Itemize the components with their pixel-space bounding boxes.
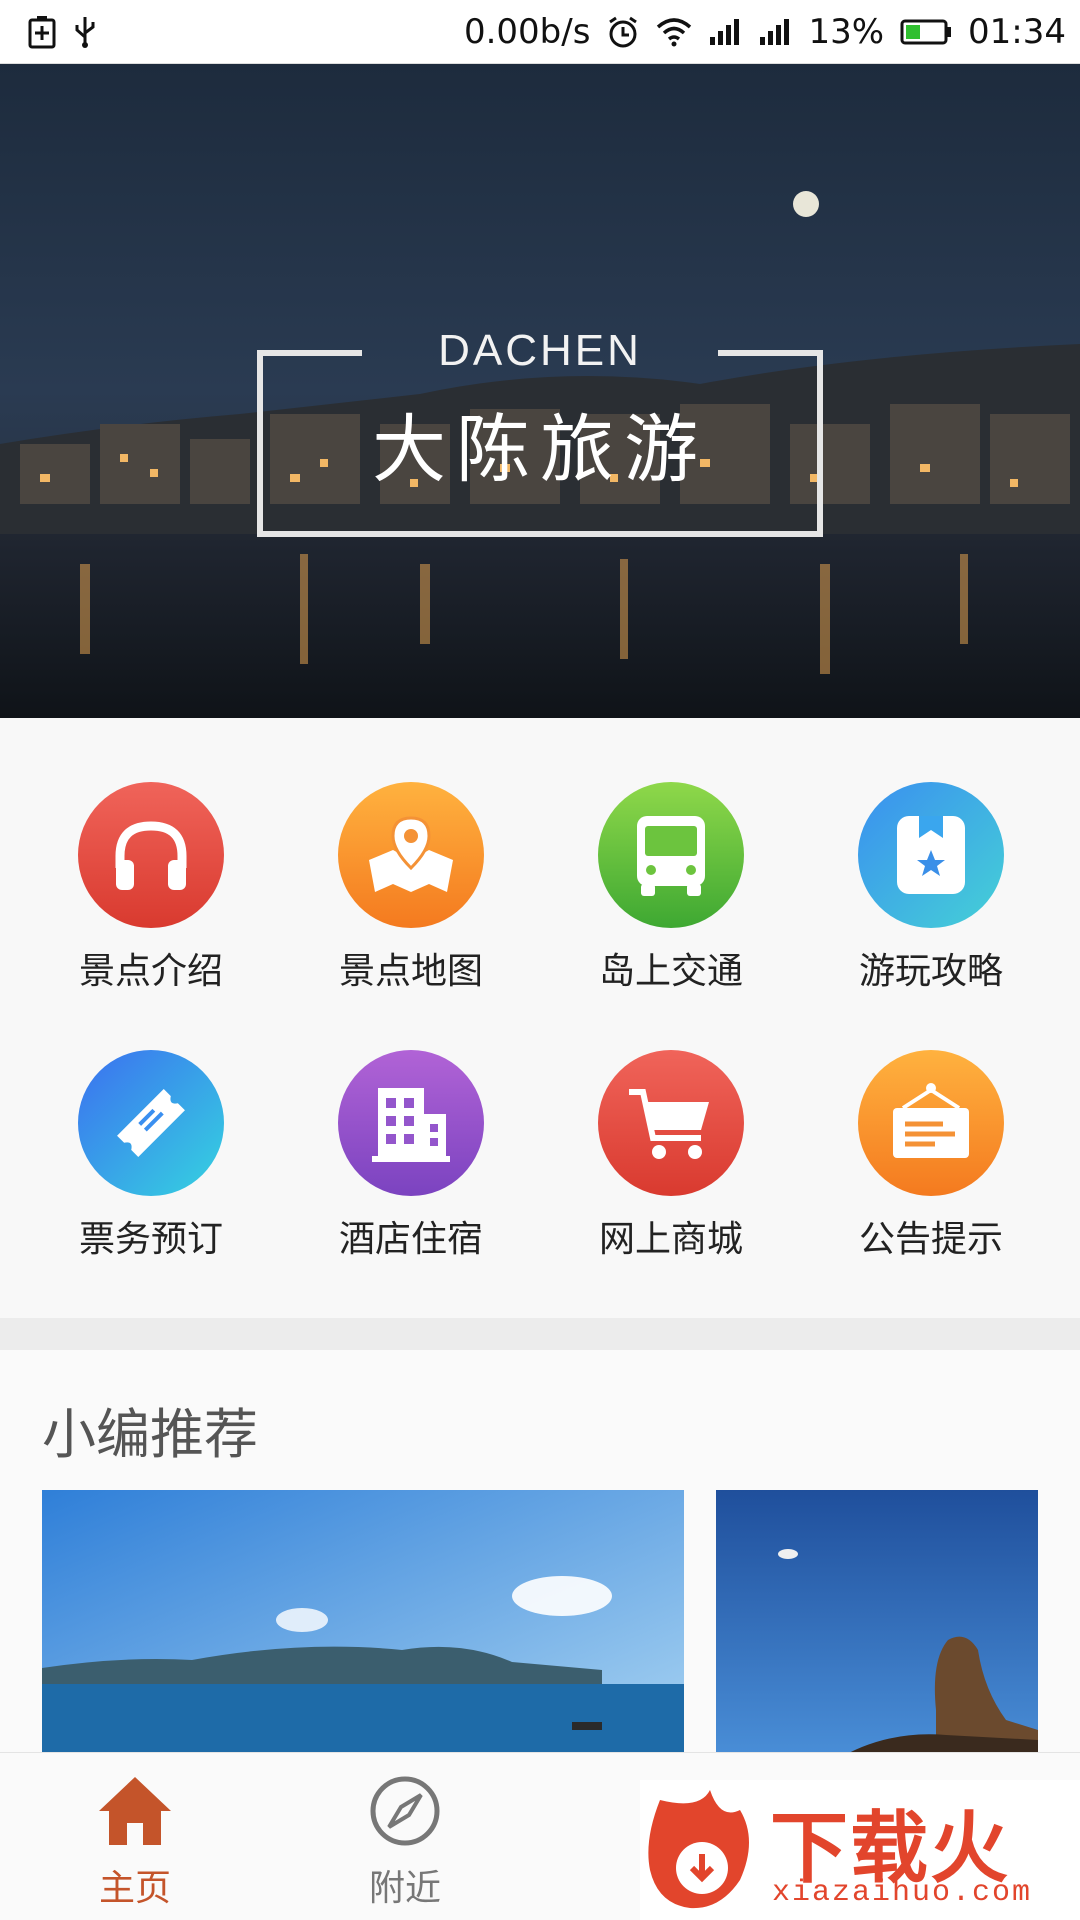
menu-item-ticket-booking[interactable]: 票务预订 (41, 1050, 261, 1270)
menu-item-hotel[interactable]: 酒店住宿 (301, 1050, 521, 1270)
section-title: 小编推荐 (42, 1403, 258, 1466)
watermark-url: xiazaihuo.com (772, 1876, 1033, 1910)
menu-label: 景点介绍 (78, 951, 223, 992)
flame-logo-icon (648, 1790, 749, 1909)
wifi-icon (656, 17, 692, 47)
menu-item-travel-guide[interactable]: 游玩攻略 (821, 782, 1041, 1002)
menu-item-scenic-map[interactable]: 景点地图 (301, 782, 521, 1002)
bus-icon (598, 782, 744, 928)
hotel-icon (338, 1050, 484, 1196)
menu-label: 网上商城 (598, 1219, 743, 1260)
recommend-image-sea (42, 1490, 684, 1760)
network-speed: 0.00b/s (463, 11, 591, 52)
menu-item-scenic-intro[interactable]: 景点介绍 (41, 782, 261, 1002)
battery-saver-icon (28, 15, 56, 49)
tab-label: 附近 (368, 1868, 441, 1909)
recommend-image-rock (716, 1490, 1038, 1760)
compass-icon (370, 1776, 440, 1846)
clock: 01:34 (968, 11, 1066, 52)
hero-banner[interactable]: DACHEN 大陈旅游 (0, 64, 1080, 718)
usb-icon (72, 15, 98, 49)
ticket-icon (78, 1050, 224, 1196)
hero-title-cn: 大陈旅游 (372, 407, 708, 493)
feature-grid: 景点介绍 景点地图 岛上交通 游玩攻略 票务预订 酒店住宿 网上商城 公告提示 (0, 718, 1080, 1318)
menu-item-notice[interactable]: 公告提示 (821, 1050, 1041, 1270)
home-icon (99, 1777, 171, 1845)
menu-label: 岛上交通 (598, 951, 743, 992)
signal-icon-2 (758, 17, 792, 47)
status-left (28, 15, 98, 49)
hero-title-en: DACHEN (438, 326, 642, 375)
notice-board-icon (858, 1050, 1004, 1196)
menu-item-online-store[interactable]: 网上商城 (561, 1050, 781, 1270)
menu-label: 酒店住宿 (338, 1219, 483, 1260)
section-divider (0, 1318, 1080, 1350)
headphones-icon (78, 782, 224, 928)
menu-label: 公告提示 (858, 1219, 1003, 1260)
battery-percent: 13% (808, 11, 885, 52)
watermark: 下载火 xiazaihuo.com (640, 1780, 1080, 1920)
status-right: 0.00b/s 13% 01:34 (464, 12, 1066, 52)
cart-icon (598, 1050, 744, 1196)
tab-label: 主页 (98, 1868, 171, 1909)
signal-icon (708, 17, 742, 47)
recommend-card-rock[interactable] (716, 1490, 1038, 1760)
menu-item-island-transport[interactable]: 岛上交通 (561, 782, 781, 1002)
map-pin-icon (338, 782, 484, 928)
tab-home[interactable]: 主页 (35, 1773, 235, 1911)
bookmark-star-icon (858, 782, 1004, 928)
menu-label: 景点地图 (338, 951, 483, 992)
menu-label: 票务预订 (78, 1219, 223, 1260)
recommend-card-sea[interactable] (42, 1490, 684, 1760)
status-bar: 0.00b/s 13% 01:34 (0, 0, 1080, 64)
alarm-icon (606, 15, 640, 49)
menu-label: 游玩攻略 (858, 951, 1003, 992)
tab-nearby[interactable]: 附近 (305, 1773, 505, 1911)
battery-icon (900, 18, 952, 46)
recommend-section: 小编推荐 (0, 1350, 1080, 1760)
